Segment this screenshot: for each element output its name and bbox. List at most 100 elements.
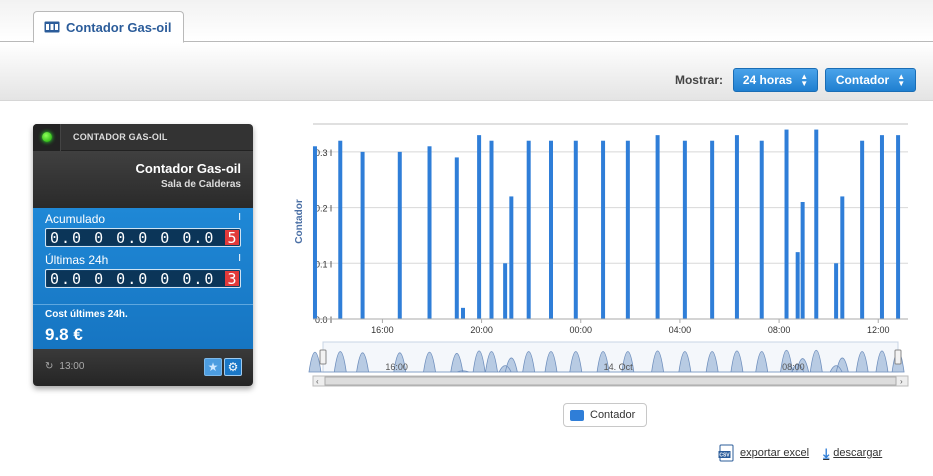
acumulado-last-digit: 5: [225, 230, 239, 247]
ultimas-tick: I: [238, 253, 241, 264]
chart-bar: [840, 196, 845, 319]
y-tick-label: 0.1 l: [315, 259, 332, 269]
toolbar: Mostrar: 24 horas ▲ ▼ Contador ▲ ▼: [0, 43, 933, 101]
ultimas-last-digit: 3: [225, 271, 239, 288]
chart-bar: [682, 140, 687, 319]
navigator-handle: [894, 349, 902, 365]
scrollbar-thumb: [324, 376, 897, 386]
last-update-time: 13:00: [59, 361, 85, 372]
favorite-star-icon[interactable]: ★: [204, 358, 222, 376]
chart-bar: [526, 140, 531, 319]
chart-bar: [477, 135, 482, 319]
chart-bar: [360, 151, 365, 319]
select-arrows-icon: ▲ ▼: [800, 72, 809, 88]
legend-label: Contador: [590, 409, 636, 421]
y-axis-label: Contador: [294, 199, 305, 244]
chart-bar: [795, 252, 800, 319]
svg-text:CSV: CSV: [719, 453, 730, 459]
chart-bar: [338, 140, 343, 319]
ultimas-counter: 0.0 0 0.0 0 0.0 0 9. 3: [45, 269, 241, 288]
y-tick-label: 0.3 l: [315, 148, 332, 158]
navigator-label: 16:00: [385, 362, 408, 372]
chart-bar: [784, 129, 789, 319]
chart-bar: [860, 140, 865, 319]
chart-bar: [427, 146, 432, 319]
legend-swatch: [570, 409, 584, 421]
scroll-right-arrow-icon: ›: [900, 377, 903, 386]
device-location: Sala de Calderas: [160, 179, 241, 190]
x-tick-label: 12:00: [867, 325, 890, 335]
tab-bar: Contador Gas-oil: [0, 0, 933, 43]
status-led: [33, 124, 61, 151]
ultimas-digits: 0.0 0 0.0 0 0.0 0 9.: [47, 271, 225, 286]
last-update: ↻ 13:00: [45, 361, 84, 372]
chart-bar: [397, 151, 402, 319]
period-select-value: 24 horas: [742, 73, 793, 87]
tab-label: Contador Gas-oil: [66, 19, 172, 35]
chart-bar: [460, 307, 465, 319]
card-header: CONTADOR GAS-OIL: [33, 124, 253, 151]
download-label: descargar: [833, 447, 883, 459]
chart-bar: [625, 140, 630, 319]
card-header-title: CONTADOR GAS-OIL: [73, 132, 168, 142]
meter-icon: [44, 21, 60, 33]
excel-file-icon: CSV: [718, 444, 734, 462]
navigator-label: 14. Oct: [604, 362, 634, 372]
device-card: CONTADOR GAS-OIL Contador Gas-oil Sala d…: [33, 124, 253, 386]
acumulado-label: Acumulado: [45, 212, 106, 226]
x-tick-label: 20:00: [470, 325, 493, 335]
chart-bar: [710, 140, 715, 319]
scroll-left-arrow-icon: ‹: [316, 377, 319, 386]
chart-bar: [509, 196, 514, 319]
y-tick-label: 0.0 l: [315, 315, 332, 325]
y-tick-label: 0.2 l: [315, 204, 332, 214]
refresh-icon[interactable]: ↻: [45, 361, 53, 372]
download-link[interactable]: ⤓ descargar: [823, 445, 882, 462]
metric-select-value: Contador: [835, 73, 890, 87]
bar-chart: 0.0 l 0.1 l 0.2 l 0.3 l Contador 16:00 20:00 00…: [294, 123, 909, 387]
chart-bar: [573, 140, 578, 319]
acumulado-counter: 0.0 0 0.0 0 0.0 8 2. 5: [45, 228, 241, 247]
chart-bar: [734, 135, 739, 319]
x-tick-label: 16:00: [371, 325, 394, 335]
ultimas-row: Últimas 24h I: [45, 253, 241, 268]
card-footer: ↻ 13:00 ★ ⚙: [33, 349, 253, 386]
navigator-handle: [319, 349, 327, 365]
chart-bar: [655, 135, 660, 319]
legend-item-contador[interactable]: Contador: [563, 403, 647, 427]
export-excel-label: exportar excel: [740, 447, 810, 459]
cost-value: 9.8 €: [45, 325, 83, 344]
status-indicator-icon: [41, 132, 52, 142]
settings-gear-icon[interactable]: ⚙: [224, 358, 242, 376]
chart-bar: [601, 140, 606, 319]
acumulado-tick: I: [238, 212, 241, 223]
x-tick-label: 00:00: [569, 325, 592, 335]
cost-label: Cost últimes 24h.: [45, 309, 128, 320]
chart-bar: [879, 135, 884, 319]
tab-contador-gas-oil[interactable]: Contador Gas-oil: [33, 11, 185, 43]
metric-select[interactable]: Contador ▲ ▼: [825, 68, 916, 92]
counter-panel: Acumulado I 0.0 0 0.0 0 0.0 8 2. 5 Últim…: [33, 208, 253, 349]
device-name: Contador Gas-oil: [135, 161, 241, 176]
chart-bar: [454, 157, 459, 319]
chart-bar: [312, 146, 317, 319]
download-icon: ⤓: [823, 444, 830, 461]
chart-bar: [896, 135, 901, 319]
period-select[interactable]: 24 horas ▲ ▼: [733, 68, 818, 92]
divider: [33, 304, 253, 305]
chart-bar: [800, 202, 805, 319]
export-excel-link[interactable]: CSV exportar excel: [718, 444, 809, 462]
select-arrows-icon: ▲ ▼: [897, 72, 906, 88]
chart-bar: [834, 263, 839, 319]
chart-bar: [503, 263, 508, 319]
x-tick-label: 08:00: [768, 325, 791, 335]
chart-bar: [759, 140, 764, 319]
chart-bar: [814, 129, 819, 319]
chart-bar: [549, 140, 553, 319]
export-links: CSV exportar excel ⤓ descargar: [718, 444, 882, 462]
x-tick-label: 04:00: [669, 325, 692, 335]
acumulado-row: Acumulado I: [45, 212, 241, 227]
card-identity: Contador Gas-oil Sala de Calderas: [33, 151, 253, 208]
ultimas-label: Últimas 24h: [45, 253, 109, 267]
acumulado-digits: 0.0 0 0.0 0 0.0 8 2.: [47, 230, 225, 245]
